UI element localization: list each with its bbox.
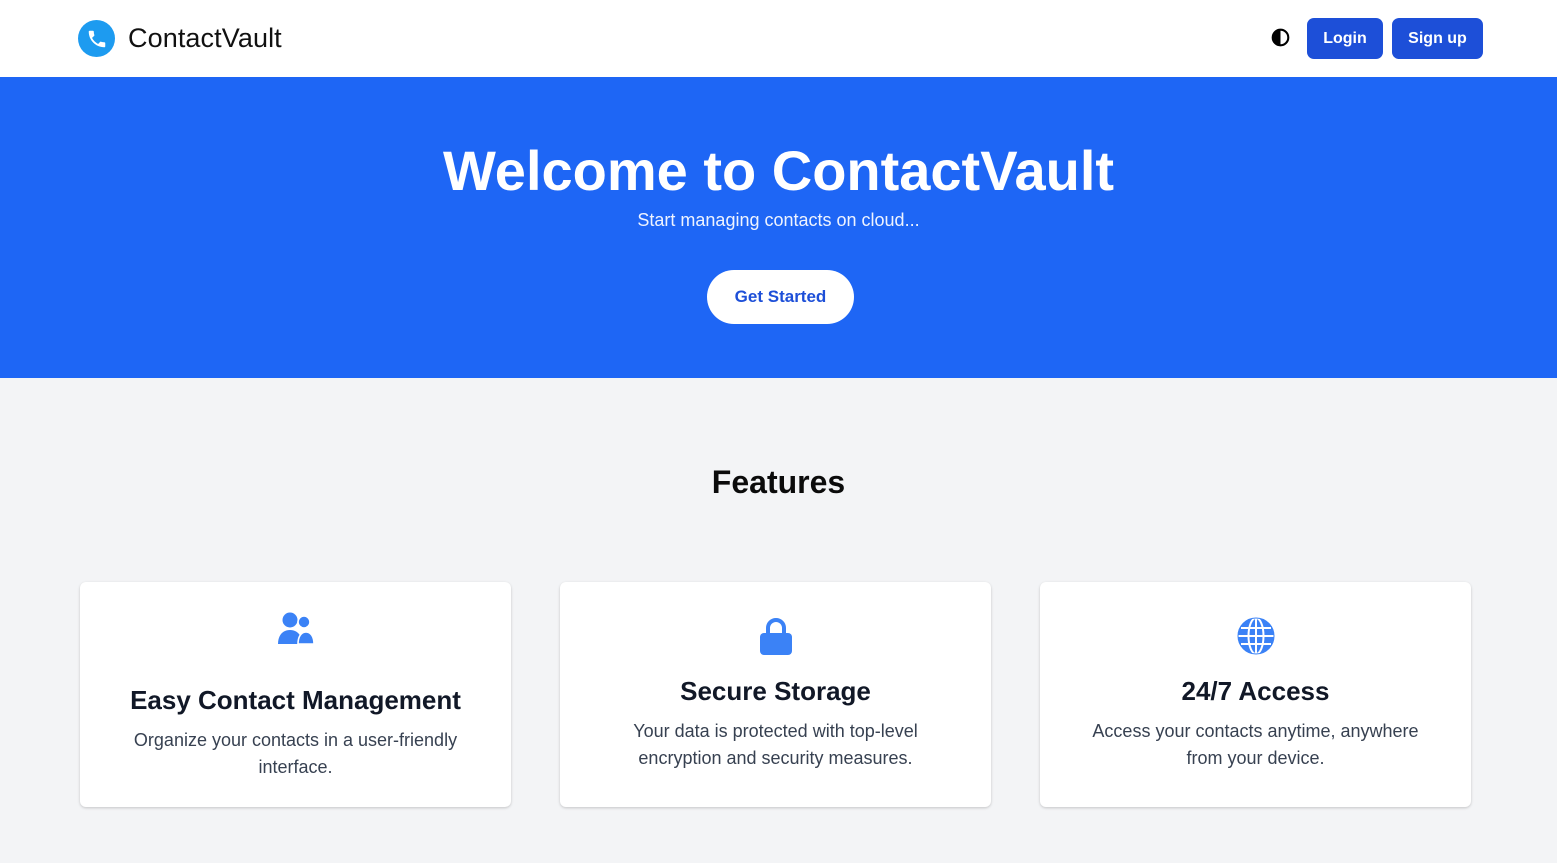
login-button[interactable]: Login — [1307, 18, 1383, 59]
features-heading: Features — [711, 464, 846, 500]
brand-link[interactable]: ContactVault — [78, 20, 282, 57]
signup-button[interactable]: Sign up — [1392, 18, 1483, 59]
hero-title: Welcome to ContactVault — [442, 139, 1115, 202]
contrast-icon — [1271, 28, 1290, 47]
brand-name: ContactVault — [128, 23, 282, 53]
users-icon — [80, 611, 511, 645]
feature-card-secure-storage: Secure Storage Your data is protected wi… — [560, 582, 991, 807]
theme-toggle-button[interactable] — [1268, 25, 1292, 49]
feature-title: Easy Contact Management — [130, 685, 461, 715]
phone-icon — [78, 20, 115, 57]
lock-icon — [560, 617, 991, 655]
feature-title: Secure Storage — [680, 676, 871, 706]
hero-subtitle: Start managing contacts on cloud... — [637, 210, 920, 230]
hero-section: Welcome to ContactVault Start managing c… — [0, 77, 1557, 378]
feature-description: Your data is protected with top-level en… — [633, 721, 918, 768]
globe-icon — [1040, 617, 1471, 655]
get-started-button[interactable]: Get Started — [707, 270, 854, 324]
feature-description: Organize your contacts in a user-friendl… — [133, 730, 458, 777]
navbar: ContactVault Login Sign up — [0, 0, 1557, 77]
feature-card-contact-management: Easy Contact Management Organize your co… — [80, 582, 511, 807]
feature-title: 24/7 Access — [1181, 676, 1330, 706]
feature-description: Access your contacts anytime, anywhere f… — [1092, 721, 1419, 768]
feature-card-access: 24/7 Access Access your contacts anytime… — [1040, 582, 1471, 807]
